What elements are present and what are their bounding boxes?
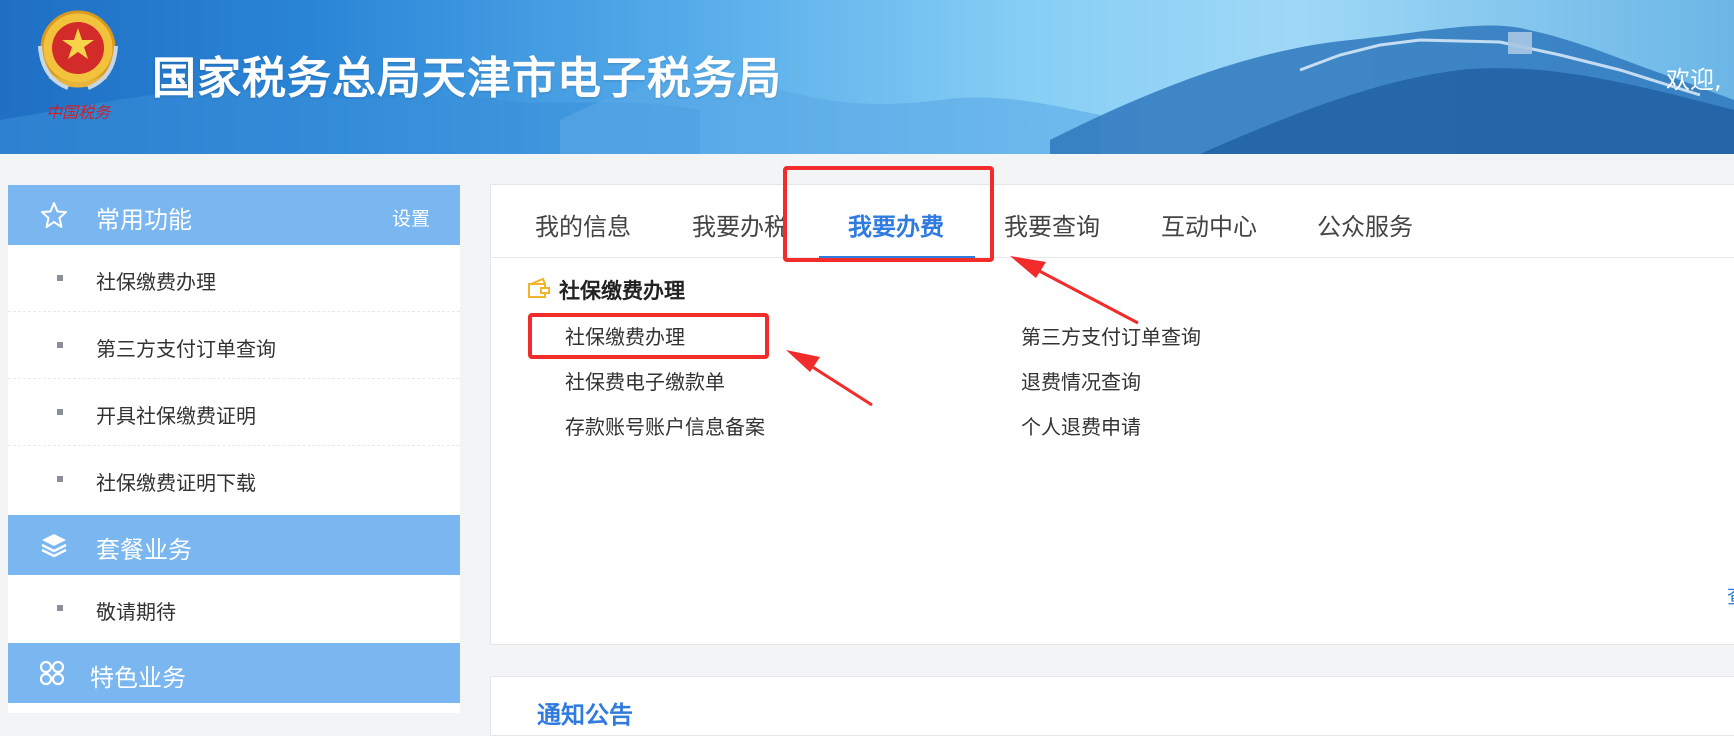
tab-my-info[interactable]: 我的信息: [535, 207, 631, 242]
sidebar-item-label: 敬请期待: [96, 600, 176, 624]
link-electronic-payment-slip[interactable]: 社保费电子缴款单: [565, 366, 725, 395]
tab-fees[interactable]: 我要办费: [848, 207, 944, 242]
main-panel: 我的信息 我要办税 我要办费 我要查询 互动中心 公众服务 社保缴费办理 社保缴…: [490, 184, 1734, 645]
sidebar-item-label: 第三方支付订单查询: [96, 337, 276, 361]
notice-panel: 通知公告: [490, 676, 1734, 736]
settings-link[interactable]: 设置: [392, 204, 430, 231]
national-tax-emblem-icon: 中国税务: [38, 10, 118, 122]
active-tab-indicator: [819, 256, 975, 259]
bullet-icon: [57, 275, 63, 281]
sidebar-item[interactable]: 社保缴费办理: [8, 245, 460, 312]
sidebar-header-label: 常用功能: [96, 206, 192, 234]
sidebar-item[interactable]: 敬请期待: [8, 575, 460, 642]
layers-icon: [41, 534, 67, 558]
sidebar-header-common[interactable]: 常用功能 设置: [8, 185, 460, 245]
header-banner: 中国税务 国家税务总局天津市电子税务局 欢迎,: [0, 0, 1734, 154]
link-third-party-order-query[interactable]: 第三方支付订单查询: [1021, 321, 1201, 350]
bullet-icon: [57, 605, 63, 611]
sidebar-header-package[interactable]: 套餐业务: [8, 515, 460, 575]
sidebar-item-label: 开具社保缴费证明: [96, 404, 256, 428]
tab-query[interactable]: 我要查询: [1004, 207, 1100, 242]
tab-tax[interactable]: 我要办税: [692, 207, 788, 242]
sidebar-header-label: 套餐业务: [96, 536, 192, 564]
sidebar: 常用功能 设置 社保缴费办理 第三方支付订单查询 开具社保缴费证明 社保缴费证明…: [8, 185, 460, 713]
bullet-icon: [57, 476, 63, 482]
welcome-text: 欢迎,: [1666, 66, 1722, 94]
tab-public-service[interactable]: 公众服务: [1317, 207, 1413, 242]
star-icon: [41, 202, 67, 228]
tab-bar: 我的信息 我要办税 我要办费 我要查询 互动中心 公众服务: [491, 185, 1734, 259]
wallet-icon: [528, 277, 550, 298]
link-deposit-account-filing[interactable]: 存款账号账户信息备案: [565, 411, 765, 440]
sidebar-item-label: 社保缴费证明下载: [96, 471, 256, 495]
grid-icon: [39, 660, 65, 686]
svg-text:中国税务: 中国税务: [46, 103, 112, 122]
section-title: 社保缴费办理: [559, 279, 685, 303]
site-title: 国家税务总局天津市电子税务局: [152, 53, 782, 104]
bullet-icon: [57, 409, 63, 415]
tab-interaction[interactable]: 互动中心: [1161, 207, 1257, 242]
sidebar-header-label: 特色业务: [90, 664, 186, 692]
link-social-security-payment[interactable]: 社保缴费办理: [565, 321, 685, 350]
sidebar-item[interactable]: 开具社保缴费证明: [8, 379, 460, 446]
sidebar-item[interactable]: 社保缴费证明下载: [8, 446, 460, 513]
sidebar-item[interactable]: 第三方支付订单查询: [8, 312, 460, 379]
sidebar-item-label: 社保缴费办理: [96, 270, 216, 294]
link-refund-status-query[interactable]: 退费情况查询: [1021, 366, 1141, 395]
link-personal-refund-request[interactable]: 个人退费申请: [1021, 411, 1141, 440]
bullet-icon: [57, 342, 63, 348]
sidebar-header-special[interactable]: 特色业务: [8, 643, 460, 703]
more-link[interactable]: 查: [1727, 580, 1734, 609]
